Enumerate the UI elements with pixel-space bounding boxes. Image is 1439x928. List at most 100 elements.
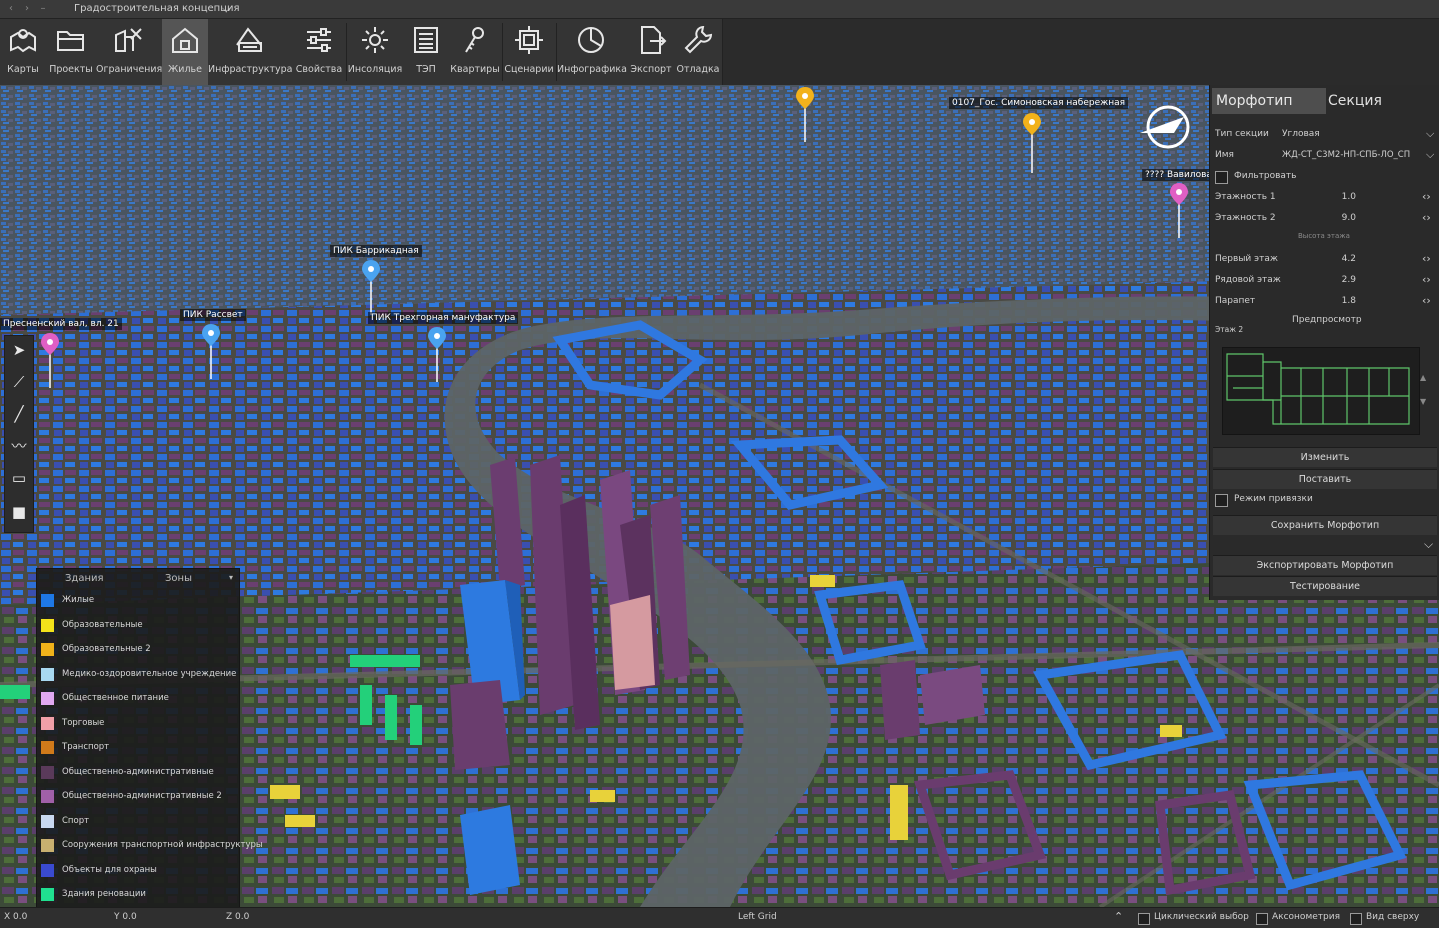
filter-checkbox[interactable] xyxy=(1215,171,1228,184)
legend-item[interactable]: Торговые xyxy=(37,712,239,736)
section-type-row[interactable]: Тип секции Угловая ⌵ xyxy=(1210,125,1439,145)
polyline-icon[interactable]: 〰 xyxy=(7,434,31,458)
stepper-arrows-icon[interactable]: ‹› xyxy=(1422,190,1431,203)
toolbar-tep-button[interactable]: ТЭП xyxy=(403,19,449,85)
typical-floor-row[interactable]: Рядовой этаж 2.9 ‹› xyxy=(1210,271,1439,291)
legend-item[interactable]: Спорт xyxy=(37,810,239,834)
sliders-icon xyxy=(302,23,336,57)
tab-morphotype[interactable]: Морфотип xyxy=(1212,88,1326,114)
floor-caption-row: Этаж 2 xyxy=(1215,325,1244,334)
snap-mode-checkbox[interactable] xyxy=(1215,494,1228,507)
place-button[interactable]: Поставить xyxy=(1213,469,1437,489)
rectangle-icon[interactable]: ▭ xyxy=(7,466,31,490)
chevron-down-icon[interactable]: ⌵ xyxy=(1424,537,1433,552)
legend-item[interactable]: Общественно-административные 2 xyxy=(37,785,239,809)
legend-panel: Здания Зоны ▾ Жилые Образовательные Образо… xyxy=(36,568,263,909)
floors2-row[interactable]: Этажность 2 9.0 ‹› xyxy=(1210,209,1439,229)
legend-item[interactable]: Здания реновации xyxy=(37,883,239,907)
stepper-arrows-icon[interactable]: ‹› xyxy=(1422,273,1431,286)
chevron-down-icon[interactable]: ⌵ xyxy=(222,0,230,18)
toolbar-scenarios-button[interactable]: Сценарии xyxy=(503,19,555,85)
toolbar-debug-button[interactable]: Отладка xyxy=(675,19,721,85)
legend-item-label: Здания реновации xyxy=(62,889,146,899)
legend-swatch xyxy=(41,692,54,705)
name-row[interactable]: Имя ЖД-СТ_С3М2-НП-СПБ-ЛО_СП ⌵ xyxy=(1210,146,1439,166)
cursor-icon[interactable]: ➤ xyxy=(7,338,31,362)
scroll-up-icon[interactable]: ▲ xyxy=(1420,373,1426,382)
map-pin[interactable] xyxy=(362,260,380,315)
legend-item[interactable]: Общественное питание xyxy=(37,687,239,711)
toolbar-restrictions-button[interactable]: Ограничения xyxy=(96,19,162,85)
map-pin[interactable] xyxy=(202,324,220,379)
line-icon[interactable]: ╱ xyxy=(7,402,31,426)
filled-rectangle-icon[interactable]: ■ xyxy=(7,500,31,524)
house-icon xyxy=(168,23,202,57)
minimize-icon[interactable]: – xyxy=(36,0,50,18)
top-view-checkbox[interactable] xyxy=(1350,913,1362,925)
cyclic-select-checkbox[interactable] xyxy=(1138,913,1150,925)
stepper-arrows-icon[interactable]: ‹› xyxy=(1422,211,1431,224)
chevron-up-icon[interactable]: ⌃ xyxy=(1114,910,1123,923)
legend-item[interactable]: Общественно-административные xyxy=(37,761,239,785)
map-pin-icon xyxy=(428,327,446,382)
save-morphotype-button[interactable]: Сохранить Морфотип xyxy=(1213,515,1437,535)
title-bar: ‹ › – Градостроительная концепция ⌵ xyxy=(0,0,1439,19)
filter-row[interactable]: Фильтровать xyxy=(1210,167,1439,187)
legend-item[interactable]: Объекты для охраны xyxy=(37,859,239,883)
line-dot-icon[interactable]: ⟋ xyxy=(7,370,31,394)
infrastructure-icon xyxy=(233,23,267,57)
map-pin[interactable] xyxy=(1170,183,1188,238)
chevron-down-icon[interactable]: ▾ xyxy=(229,573,233,582)
map-pin[interactable] xyxy=(1023,113,1041,173)
legend-item[interactable]: Образовательные 2 xyxy=(37,638,239,662)
toolbar-housing-button[interactable]: Жилье xyxy=(162,19,208,85)
snap-mode-row[interactable]: Режим привязки xyxy=(1210,490,1439,510)
toolbar-properties-button[interactable]: Свойства xyxy=(294,19,344,85)
stepper-arrows-icon[interactable]: ‹› xyxy=(1422,294,1431,307)
change-button[interactable]: Изменить xyxy=(1213,447,1437,467)
export-morphotype-button[interactable]: Экспортировать Морфотип xyxy=(1213,555,1437,575)
toolbar-apartments-button[interactable]: Квартиры xyxy=(449,19,501,85)
first-floor-row[interactable]: Первый этаж 4.2 ‹› xyxy=(1210,250,1439,270)
grid-label: Left Grid xyxy=(738,912,777,922)
legend-item[interactable]: Транспорт xyxy=(37,736,239,760)
restrictions-icon xyxy=(111,23,145,57)
legend-item-label: Спорт xyxy=(62,815,90,826)
toolbar-projects-button[interactable]: Проекты xyxy=(46,19,96,85)
legend-item-label: Образовательные 2 xyxy=(62,644,151,654)
back-icon[interactable]: ‹ xyxy=(4,0,18,18)
keys-icon xyxy=(458,23,492,57)
legend-swatch xyxy=(41,839,54,852)
map-pin[interactable] xyxy=(41,333,59,388)
legend-tab-zones[interactable]: Зоны xyxy=(165,573,192,584)
legend-item[interactable]: Сооружения транспортной инфраструктуры xyxy=(37,834,263,858)
toolbar-export-button[interactable]: Экспорт xyxy=(627,19,675,85)
parapet-row[interactable]: Парапет 1.8 ‹› xyxy=(1210,292,1439,312)
toolbar-insolation-button[interactable]: Инсоляция xyxy=(347,19,403,85)
legend-swatch xyxy=(41,790,54,803)
chevron-down-icon[interactable]: ⌵ xyxy=(1426,148,1434,162)
forward-icon[interactable]: › xyxy=(20,0,34,18)
legend-swatch xyxy=(41,618,54,632)
legend-item[interactable]: Жилые xyxy=(37,589,239,613)
map-icon xyxy=(6,23,40,57)
toolbar-maps-button[interactable]: Карты xyxy=(0,19,46,85)
scroll-down-icon[interactable]: ▼ xyxy=(1420,397,1426,406)
legend-item[interactable]: Образовательные xyxy=(37,614,239,638)
legend-tab-buildings[interactable]: Здания xyxy=(65,573,104,584)
toolbar-infographics-button[interactable]: Инфографика xyxy=(557,19,627,85)
legend-item-label: Общественное питание xyxy=(62,693,169,703)
map-pin[interactable] xyxy=(796,87,814,142)
axonometry-checkbox[interactable] xyxy=(1256,913,1268,925)
toolbar-infrastructure-button[interactable]: Инфраструктура xyxy=(208,19,292,85)
top-view-label: Вид сверху xyxy=(1366,912,1420,922)
map-pin[interactable] xyxy=(428,327,446,382)
floors1-row[interactable]: Этажность 1 1.0 ‹› xyxy=(1210,188,1439,208)
stepper-arrows-icon[interactable]: ‹› xyxy=(1422,252,1431,265)
testing-button[interactable]: Тестирование xyxy=(1213,576,1437,596)
export-icon xyxy=(634,23,668,57)
chevron-down-icon[interactable]: ⌵ xyxy=(1426,127,1434,141)
tab-section[interactable]: Секция xyxy=(1328,88,1428,114)
legend-item[interactable]: Медико-оздоровительное учреждение xyxy=(37,663,239,687)
coord-x: X 0.0 xyxy=(4,912,28,922)
